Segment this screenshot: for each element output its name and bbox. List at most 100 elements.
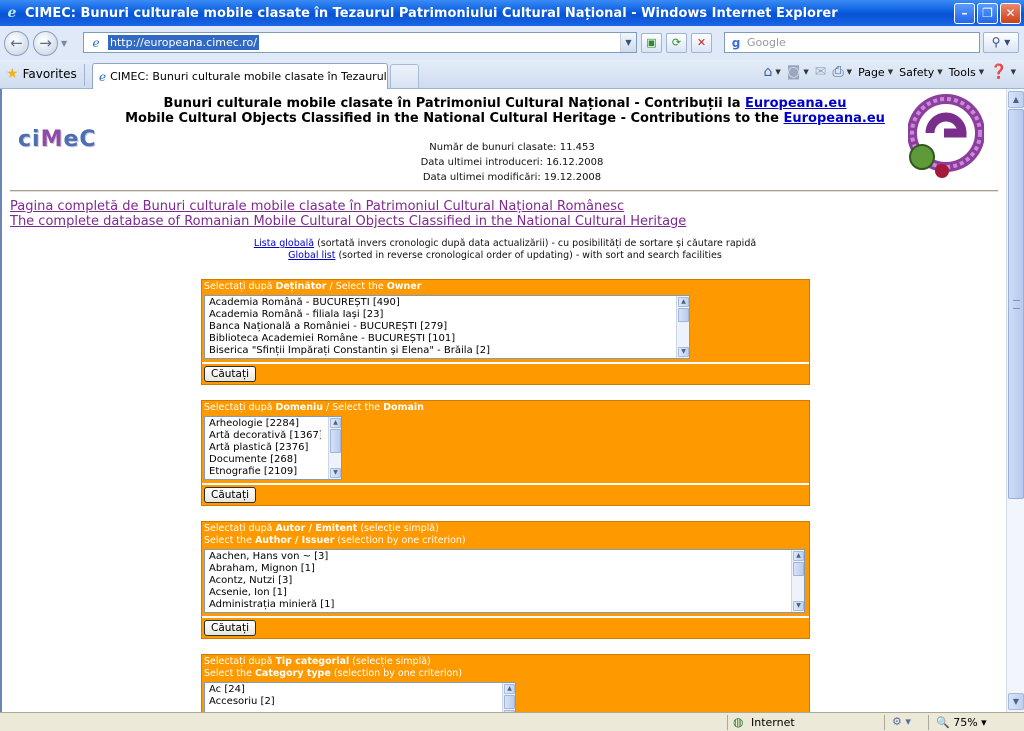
globe-icon: ◍	[733, 715, 744, 729]
owner-filter-heading: Selectați după Deținător / Select the Ow…	[204, 281, 422, 292]
divider	[10, 190, 998, 192]
last-modified-date: Data ultimei modificări: 19.12.2008	[422, 172, 602, 183]
title-bar: e CIMEC: Bunuri culturale mobile clasate…	[0, 0, 1024, 26]
page-icon: e	[92, 35, 100, 50]
recent-pages-dropdown[interactable]: ▼	[61, 39, 73, 48]
address-dropdown-icon[interactable]: ▼	[620, 33, 636, 52]
new-tab-button[interactable]	[390, 64, 419, 88]
tab-page-icon: e	[99, 69, 107, 84]
list-item[interactable]: Administrația minieră [1]	[209, 599, 784, 611]
stop-icon[interactable]: ✕	[691, 33, 712, 53]
status-bar: ◍ Internet ⚙ ▾ 🔍 75% ▾	[0, 712, 1024, 731]
ie-logo-icon: e	[7, 5, 17, 21]
author-list-scrollbar[interactable]: ▲ ▼	[791, 550, 804, 612]
back-button[interactable]: ←	[4, 30, 29, 56]
category-list-scrollbar[interactable]: ▲▼	[502, 683, 515, 712]
favorites-button[interactable]: ★ Favorites	[6, 66, 77, 82]
mail-button[interactable]: ✉	[815, 64, 827, 80]
list-item[interactable]: Academia Română - filiala Iași [23]	[209, 309, 669, 321]
scroll-up-icon[interactable]: ▲	[1008, 91, 1024, 108]
page-menu[interactable]: Page ▼	[858, 66, 893, 79]
list-item[interactable]: Acontz, Nutzi [3]	[209, 575, 784, 587]
home-icon: ⌂	[763, 64, 773, 80]
google-icon: g	[731, 35, 741, 50]
print-button[interactable]: ⎙ ▼	[832, 64, 852, 80]
author-search-button[interactable]: Căutați	[204, 620, 257, 636]
search-button[interactable]: ⚲ ▾	[983, 32, 1019, 53]
list-item[interactable]: Aachen, Hans von ~ [3]	[209, 551, 784, 563]
search-input[interactable]: g Google	[724, 32, 980, 53]
compatibility-view-icon[interactable]: ▣	[641, 33, 662, 53]
list-item[interactable]: Accesoriu [2]	[209, 696, 495, 708]
owner-select[interactable]: Academia Română - BUCUREȘTI [490] Academ…	[204, 295, 690, 359]
home-button[interactable]: ⌂ ▼	[763, 64, 780, 80]
global-list-link-en[interactable]: Global list	[288, 250, 335, 261]
list-item[interactable]: Documente [268]	[209, 454, 321, 466]
author-select[interactable]: Aachen, Hans von ~ [3] Abraham, Mignon […	[204, 549, 805, 613]
europeana-link-ro[interactable]: Europeana.eu	[745, 96, 846, 111]
navigation-bar: ← → ▼ e http://europeana.cimec.ro/ ▼ ▣ ⟳…	[0, 26, 1024, 60]
tab-title: CIMEC: Bunuri culturale mobile clasate î…	[110, 70, 388, 83]
page-title: Bunuri culturale mobile clasate în Patri…	[125, 96, 885, 126]
safety-menu[interactable]: Safety ▼	[899, 66, 943, 79]
domain-search-button[interactable]: Căutați	[204, 487, 257, 503]
tab-active[interactable]: e CIMEC: Bunuri culturale mobile clasate…	[92, 63, 388, 89]
security-zone: Internet	[751, 716, 795, 729]
address-bar[interactable]: e http://europeana.cimec.ro/ ▼	[83, 32, 637, 53]
page-viewport: ciMeC Bunuri culturale mobile clasate în…	[0, 89, 1006, 712]
europeana-link-en[interactable]: Europeana.eu	[783, 111, 884, 126]
refresh-icon[interactable]: ⟳	[666, 33, 687, 53]
tab-bar: ★ Favorites e CIMEC: Bunuri culturale mo…	[0, 60, 1024, 89]
category-select[interactable]: Ac [24] Accesoriu [2] ▲▼	[204, 682, 516, 712]
list-item[interactable]: Artă plastică [2376]	[209, 442, 321, 454]
list-item[interactable]: Biblioteca Academiei Române - BUCUREȘTI …	[209, 333, 669, 345]
domain-list-scrollbar[interactable]: ▲ ▼	[328, 417, 341, 479]
domain-select[interactable]: Arheologie [2284] Artă decorativă [1367]…	[204, 416, 342, 480]
list-item[interactable]: Academia Română - BUCUREȘTI [490]	[209, 297, 669, 309]
last-added-date: Data ultimei introduceri: 16.12.2008	[420, 157, 604, 168]
list-item[interactable]: Acsenie, Ion [1]	[209, 587, 784, 599]
help-button[interactable]: ❓ ▼	[990, 64, 1016, 80]
protected-mode-icon[interactable]: ⚙ ▾	[892, 715, 911, 728]
owner-search-button[interactable]: Căutați	[204, 366, 257, 382]
list-item[interactable]: Artă decorativă [1367]	[209, 430, 321, 442]
scroll-down-icon[interactable]: ▼	[1008, 693, 1024, 710]
printer-icon: ⎙	[832, 64, 844, 80]
list-item[interactable]: Etnografie [2109]	[209, 466, 321, 478]
domain-filter-heading: Selectați după Domeniu / Select the Doma…	[204, 402, 424, 413]
page-scrollbar[interactable]: ▲ ▼	[1006, 89, 1024, 712]
global-list-link-ro[interactable]: Lista globală	[254, 238, 314, 249]
category-filter: Selectați după Tip categorial (selecție …	[201, 654, 810, 712]
favorites-label: Favorites	[22, 67, 77, 81]
list-item[interactable]: Biserica "Sfinții Împărați Constantin și…	[209, 345, 669, 357]
rss-icon: ◙	[786, 64, 801, 80]
close-button[interactable]: ✕	[1000, 2, 1021, 24]
search-placeholder: Google	[747, 36, 786, 49]
mail-icon: ✉	[814, 64, 827, 80]
objects-count: Număr de bunuri clasate: 11.453	[429, 142, 595, 153]
owner-list-scrollbar[interactable]: ▲ ▼	[676, 296, 689, 358]
full-database-links: Pagina completă de Bunuri culturale mobi…	[10, 199, 686, 229]
list-item[interactable]: Arheologie [2284]	[209, 418, 321, 430]
scroll-thumb[interactable]	[1008, 109, 1024, 499]
zoom-level[interactable]: 🔍 75% ▾	[936, 716, 987, 729]
full-database-link-ro[interactable]: Pagina completă de Bunuri culturale mobi…	[10, 199, 686, 214]
author-filter-heading: Selectați după Autor / Emitent (selecție…	[204, 523, 466, 546]
global-list-links: Lista globală (sortată invers cronologic…	[253, 238, 757, 261]
statistics: Număr de bunuri clasate: 11.453 Data ult…	[2, 140, 1006, 185]
list-item[interactable]: Abraham, Mignon [1]	[209, 563, 784, 575]
minimize-button[interactable]: –	[954, 2, 975, 24]
forward-button[interactable]: →	[33, 30, 58, 56]
domain-filter: Selectați după Domeniu / Select the Doma…	[201, 400, 810, 506]
help-icon: ❓	[990, 64, 1008, 80]
owner-filter: Selectați după Deținător / Select the Ow…	[201, 279, 810, 385]
author-filter: Selectați după Autor / Emitent (selecție…	[201, 521, 810, 639]
maximize-button[interactable]: ❐	[977, 2, 998, 24]
list-item[interactable]: Banca Națională a României - BUCUREȘTI […	[209, 321, 669, 333]
full-database-link-en[interactable]: The complete database of Romanian Mobile…	[10, 214, 686, 229]
list-item[interactable]: Ac [24]	[209, 684, 495, 696]
address-input[interactable]: http://europeana.cimec.ro/	[108, 35, 259, 50]
tools-menu[interactable]: Tools ▼	[949, 66, 985, 79]
feeds-button[interactable]: ◙ ▼	[787, 64, 809, 80]
category-filter-heading: Selectați după Tip categorial (selecție …	[204, 656, 463, 679]
